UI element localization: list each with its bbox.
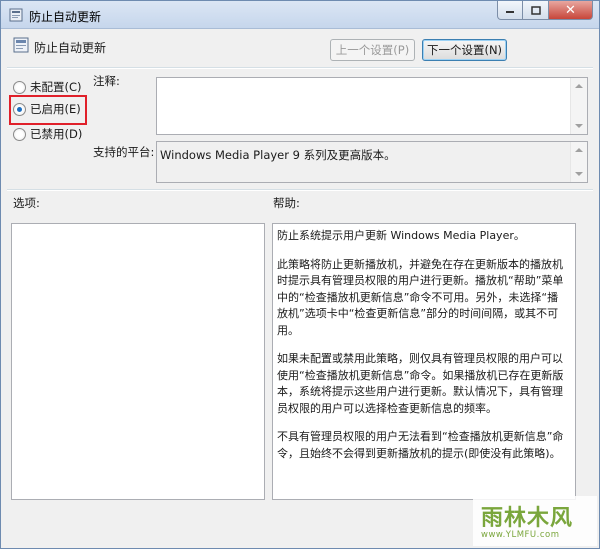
watermark: 雨林木风 www.YLMFU.com bbox=[473, 496, 597, 546]
policy-setting-icon bbox=[13, 37, 29, 53]
header-separator bbox=[7, 67, 593, 69]
help-paragraph: 不具有管理员权限的用户无法看到“检查播放机更新信息”命令，且始终不会得到更新播放… bbox=[277, 430, 564, 460]
setting-title: 防止自动更新 bbox=[34, 41, 107, 55]
enabled-highlight-box bbox=[9, 95, 87, 125]
help-panel: 防止系统提示用户更新 Windows Media Player。 此策略将防止更… bbox=[272, 223, 576, 500]
platform-scrollbar[interactable] bbox=[570, 142, 587, 182]
platform-value: Windows Media Player 9 系列及更高版本。 bbox=[160, 148, 396, 162]
comment-scrollbar[interactable] bbox=[570, 78, 587, 134]
title-bar[interactable]: 防止自动更新 ✕ bbox=[1, 1, 599, 29]
radio-not-configured[interactable]: 未配置(C) bbox=[13, 79, 82, 95]
radio-label: 未配置(C) bbox=[30, 80, 82, 94]
policy-window: 防止自动更新 ✕ 防止自动更新 上一个设置(P) 下一个设置(N) 未配置(C)… bbox=[0, 0, 600, 549]
minimize-button[interactable] bbox=[497, 1, 523, 20]
maximize-icon bbox=[530, 5, 541, 15]
section-separator bbox=[7, 189, 593, 191]
close-icon: ✕ bbox=[565, 2, 576, 18]
minimize-icon bbox=[506, 11, 514, 13]
platform-label: 支持的平台: bbox=[93, 145, 155, 159]
previous-setting-button[interactable]: 上一个设置(P) bbox=[330, 39, 415, 61]
window-title: 防止自动更新 bbox=[29, 10, 102, 24]
platform-field: Windows Media Player 9 系列及更高版本。 bbox=[156, 141, 588, 183]
scroll-up-icon[interactable] bbox=[575, 148, 583, 152]
options-label: 选项: bbox=[13, 196, 40, 210]
watermark-url: www.YLMFU.com bbox=[481, 530, 560, 540]
help-paragraph: 防止系统提示用户更新 Windows Media Player。 bbox=[277, 229, 525, 242]
scroll-down-icon[interactable] bbox=[575, 124, 583, 128]
options-panel bbox=[11, 223, 265, 500]
radio-label: 已禁用(D) bbox=[30, 127, 83, 141]
policy-icon bbox=[9, 8, 23, 22]
maximize-button[interactable] bbox=[523, 1, 549, 20]
watermark-logo-text: 雨林木风 bbox=[481, 506, 574, 531]
help-paragraph: 如果未配置或禁用此策略，则仅具有管理员权限的用户可以使用“检查播放机更新信息”命… bbox=[277, 352, 564, 415]
radio-circle[interactable] bbox=[13, 127, 26, 141]
help-label: 帮助: bbox=[273, 196, 300, 210]
comment-label: 注释: bbox=[93, 74, 120, 88]
help-paragraph: 此策略将防止更新播放机，并避免在存在更新版本的播放机时提示具有管理员权限的用户进… bbox=[277, 257, 564, 337]
radio-circle[interactable] bbox=[13, 80, 26, 94]
scroll-up-icon[interactable] bbox=[575, 84, 583, 88]
close-button[interactable]: ✕ bbox=[549, 1, 593, 20]
next-setting-button[interactable]: 下一个设置(N) bbox=[422, 39, 507, 61]
comment-field[interactable] bbox=[156, 77, 588, 135]
scroll-down-icon[interactable] bbox=[575, 172, 583, 176]
radio-disabled[interactable]: 已禁用(D) bbox=[13, 126, 82, 142]
